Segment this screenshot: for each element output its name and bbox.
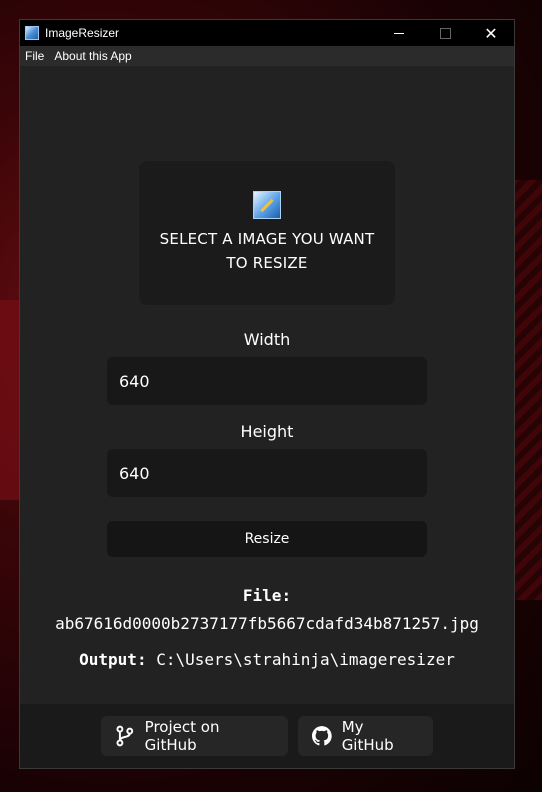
close-icon: ✕ [484,23,498,43]
output-line: Output: C:\Users\strahinja\imageresizer [20,650,514,669]
maximize-button[interactable] [422,20,468,46]
app-window: ImageResizer ✕ File About this App SELEC… [20,20,514,768]
minimize-button[interactable] [376,20,422,46]
height-input[interactable]: 640 [107,449,427,497]
select-image-text: SELECT A IMAGE YOU WANT TO RESIZE [159,230,375,272]
height-label: Height [240,422,294,441]
my-github-button[interactable]: My GitHub [298,716,433,756]
github-icon [312,726,332,746]
menu-bar: File About this App [20,46,514,66]
app-icon [25,26,39,40]
project-on-github-button[interactable]: Project on GitHub [101,716,288,756]
close-button[interactable]: ✕ [468,20,514,46]
menu-file[interactable]: File [20,49,49,63]
width-label: Width [243,330,291,349]
git-branch-icon [116,725,134,747]
output-label: Output: [79,650,147,669]
file-label: File: [242,586,292,605]
select-image-area[interactable]: SELECT A IMAGE YOU WANT TO RESIZE [139,161,395,305]
output-path: C:\Users\strahinja\imageresizer [156,650,455,669]
background-decoration [512,180,542,600]
file-name: ab67616d0000b2737177fb5667cdafd34b871257… [55,614,479,633]
image-resize-icon [253,191,281,219]
title-bar[interactable]: ImageResizer ✕ [20,20,514,46]
width-input[interactable]: 640 [107,357,427,405]
footer: Project on GitHub My GitHub [20,704,514,768]
menu-about[interactable]: About this App [49,49,136,63]
resize-button[interactable]: Resize [107,521,427,557]
window-title: ImageResizer [45,26,120,40]
minimize-icon [394,32,404,34]
maximize-icon [439,27,451,39]
my-github-label: My GitHub [341,718,394,754]
project-on-github-label: Project on GitHub [144,718,220,754]
